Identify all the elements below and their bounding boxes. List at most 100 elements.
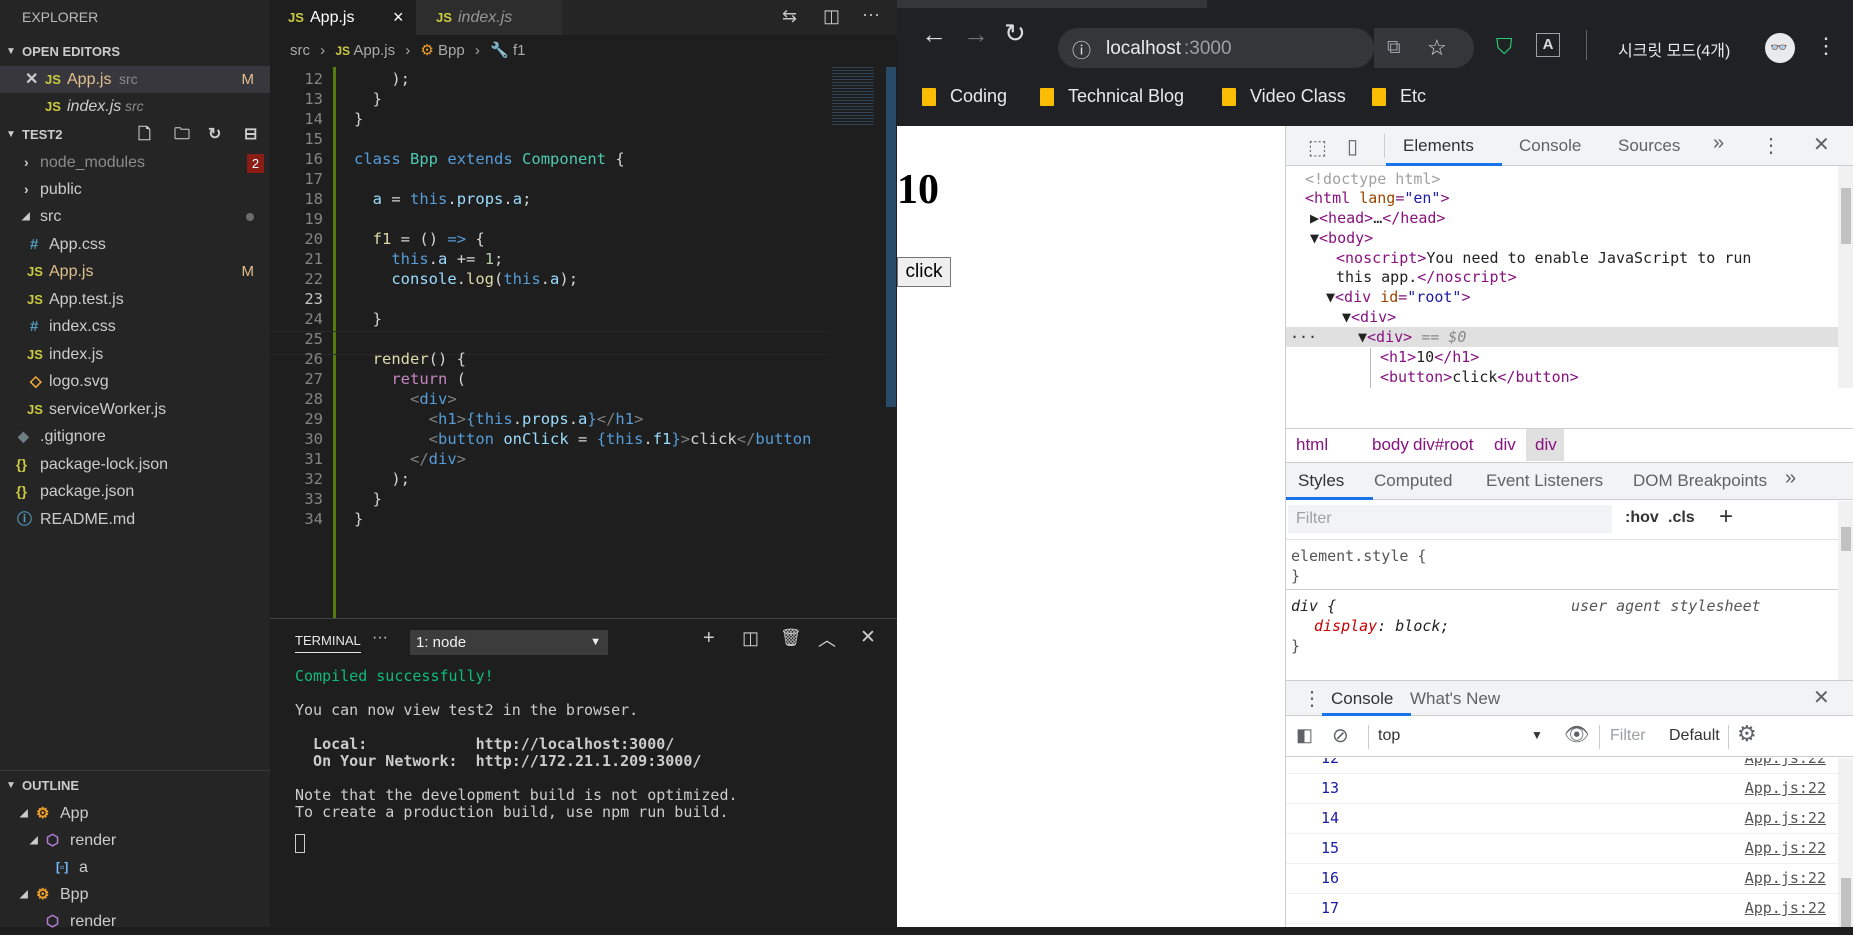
open-editor-item[interactable]: JS index.js src <box>0 93 270 120</box>
outline-item-bpp[interactable]: ◢ ⚙ Bpp <box>0 881 270 908</box>
gear-icon[interactable]: ⚙ <box>1737 721 1757 747</box>
tree-item-index-js[interactable]: JS index.js <box>0 341 270 368</box>
tree-item-package-json[interactable]: {} package.json <box>0 478 270 505</box>
back-icon[interactable]: ← <box>921 19 947 50</box>
scrollbar[interactable] <box>1838 501 1853 701</box>
more-actions-icon[interactable]: ··· <box>372 629 388 647</box>
plus-icon[interactable]: + <box>1719 503 1733 531</box>
breadcrumb-method[interactable]: f1 <box>513 42 526 59</box>
outline-item-render[interactable]: ◢ ⬡ render <box>0 827 270 854</box>
terminal-cursor[interactable] <box>295 834 305 853</box>
styles-filter-input[interactable]: Filter <box>1288 505 1612 533</box>
console-filter-input[interactable]: Filter <box>1610 727 1646 745</box>
outline-header[interactable]: ▼ OUTLINE <box>0 772 270 799</box>
cls-toggle[interactable]: .cls <box>1668 509 1695 527</box>
split-editor-icon[interactable]: ◫ <box>823 6 840 27</box>
tree-item-public[interactable]: › public <box>0 176 270 203</box>
hov-toggle[interactable]: :hov <box>1625 509 1659 527</box>
tree-item-gitignore[interactable]: ◆ .gitignore <box>0 423 270 450</box>
dom-doctype[interactable]: <!doctype html> <box>1305 170 1440 188</box>
log-level-selector[interactable]: Default <box>1669 727 1720 745</box>
tree-item-app-css[interactable]: # App.css <box>0 231 270 258</box>
tree-item-readme[interactable]: ⓘ README.md <box>0 506 270 533</box>
scrollbar-thumb[interactable] <box>1841 188 1851 244</box>
sidebar-toggle-icon[interactable]: ◧ <box>1296 725 1313 746</box>
drawer-tab-console[interactable]: Console <box>1331 689 1393 709</box>
tab-index-js[interactable]: JS index.js <box>416 0 562 35</box>
drawer-tab-whats-new[interactable]: What's New <box>1410 689 1500 709</box>
dom-noscript[interactable]: <noscript>You need to enable JavaScript … <box>1336 249 1751 267</box>
open-editors-header[interactable]: ▼ OPEN EDITORS <box>0 38 270 65</box>
console-output[interactable]: 12 App.js:22 13 App.js:22 14 App.js:22 1… <box>1286 758 1838 927</box>
project-header[interactable]: ▼ TEST2 🗋 🗀 ↻ ⊟ <box>0 121 270 148</box>
refresh-icon[interactable]: ↻ <box>208 121 221 148</box>
trash-icon[interactable]: 🗑 <box>780 628 802 648</box>
terminal-selector[interactable]: 1: node ▼ <box>410 630 608 655</box>
scrollbar-thumb[interactable] <box>1841 878 1851 927</box>
source-link[interactable]: App.js:22 <box>1745 809 1826 827</box>
minimap[interactable] <box>828 67 898 618</box>
dom-tree[interactable]: <!doctype html> <html lang="en"> ▶<head>… <box>1286 166 1853 428</box>
close-icon[interactable]: ✕ <box>1813 132 1830 157</box>
close-icon[interactable]: ✕ <box>1813 685 1830 710</box>
code-area[interactable]: 12 ); 13 } 14} 15 16 class Bpp extends Co… <box>270 67 830 618</box>
tab-computed[interactable]: Computed <box>1374 471 1452 491</box>
star-icon[interactable]: ☆ <box>1427 35 1447 61</box>
tree-item-app-js[interactable]: JS App.js M <box>0 258 270 285</box>
tree-item-package-lock[interactable]: {} package-lock.json <box>0 451 270 478</box>
dom-html[interactable]: <html lang="en"> <box>1305 189 1450 207</box>
tab-dom-breakpoints[interactable]: DOM Breakpoints <box>1633 471 1767 491</box>
clear-console-icon[interactable]: ⊘ <box>1332 723 1349 748</box>
dom-button[interactable]: <button>click</button> <box>1380 368 1579 386</box>
incognito-label[interactable]: 시크릿 모드(4개) <box>1618 37 1730 61</box>
tree-item-src[interactable]: ◢ src <box>0 203 270 230</box>
eye-icon[interactable]: 👁 <box>1564 722 1589 747</box>
dom-root[interactable]: ▼<div id="root"> <box>1326 288 1471 306</box>
close-icon[interactable]: × <box>393 0 404 35</box>
collapse-all-icon[interactable]: ⊟ <box>244 121 257 148</box>
dom-h1[interactable]: <h1>10</h1> <box>1380 348 1479 366</box>
new-file-icon[interactable]: 🗋 <box>138 121 151 148</box>
scrollbar[interactable] <box>1838 758 1853 927</box>
compare-changes-icon[interactable]: ⇆ <box>782 6 797 27</box>
breadcrumb-src[interactable]: src <box>290 42 310 59</box>
menu-kebab-icon[interactable]: ⋮ <box>1302 686 1322 711</box>
translate-icon[interactable]: ⧉ <box>1387 37 1401 59</box>
close-icon[interactable]: ✕ <box>25 66 38 93</box>
crumb-body[interactable]: body <box>1372 429 1409 461</box>
breadcrumb-class[interactable]: Bpp <box>438 42 465 59</box>
crumb-div-active[interactable]: div <box>1535 429 1557 461</box>
scrollbar-thumb[interactable] <box>1841 527 1851 551</box>
close-icon[interactable]: ✕ <box>860 626 876 649</box>
outline-item-app[interactable]: ◢ ⚙ App <box>0 800 270 827</box>
shield-icon[interactable]: ⛉ <box>1496 34 1513 60</box>
dom-noscript-cont[interactable]: this app.</noscript> <box>1336 268 1517 286</box>
menu-kebab-icon[interactable]: ⋮ <box>1761 133 1781 158</box>
style-display-prop[interactable]: display: block; <box>1314 617 1449 635</box>
tab-console[interactable]: Console <box>1519 136 1581 156</box>
source-link[interactable]: App.js:22 <box>1745 779 1826 797</box>
tab-elements[interactable]: Elements <box>1403 136 1474 156</box>
tree-item-index-css[interactable]: # index.css <box>0 313 270 340</box>
breadcrumb-file[interactable]: App.js <box>353 42 395 59</box>
source-link[interactable]: App.js:22 <box>1745 869 1826 887</box>
click-button[interactable]: click <box>897 257 951 287</box>
omnibox[interactable]: ⓘ localhost :3000 <box>1058 28 1374 68</box>
style-div-rule[interactable]: div { <box>1291 597 1336 615</box>
more-actions-icon[interactable]: ··· <box>862 4 880 25</box>
dom-more-icon[interactable]: ··· <box>1290 328 1317 346</box>
more-tabs-icon[interactable]: » <box>1713 132 1724 155</box>
reload-icon[interactable]: ↻ <box>1004 18 1026 49</box>
outline-item-render[interactable]: ⬡ render <box>0 908 270 935</box>
tab-sources[interactable]: Sources <box>1618 136 1680 156</box>
forward-icon[interactable]: → <box>963 19 989 50</box>
outline-item-a[interactable]: [▫] a <box>0 854 270 881</box>
device-toggle-icon[interactable]: ▯ <box>1347 134 1358 159</box>
tab-styles[interactable]: Styles <box>1298 471 1344 491</box>
plus-icon[interactable]: + <box>703 627 715 650</box>
chevron-up-icon[interactable]: ︿ <box>818 626 836 652</box>
tree-item-logo-svg[interactable]: ◇ logo.svg <box>0 368 270 395</box>
more-tabs-icon[interactable]: » <box>1785 467 1796 490</box>
split-terminal-icon[interactable]: ◫ <box>742 628 759 649</box>
scrollbar-thumb[interactable] <box>886 67 896 407</box>
